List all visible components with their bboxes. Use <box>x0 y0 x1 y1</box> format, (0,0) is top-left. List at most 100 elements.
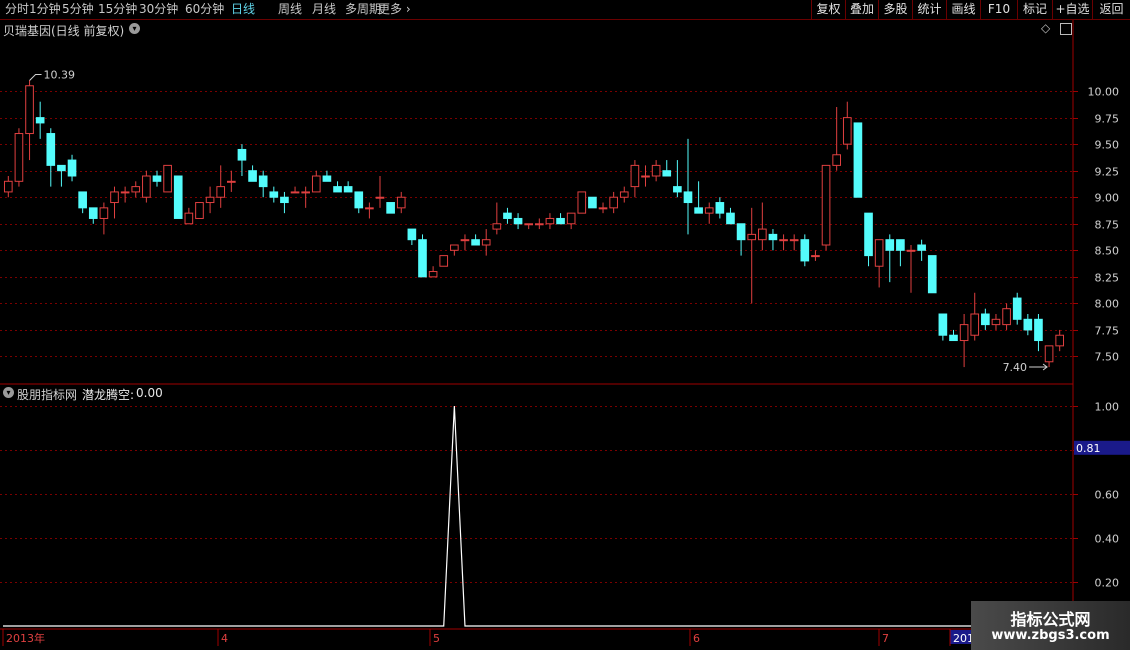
candle-body-up <box>216 186 226 198</box>
stock-chart[interactable]: 10.00 9.75 9.50 9.25 9.00 8.75 8.50 8.25 8.00 7.7… <box>0 0 1130 650</box>
indicator-value-label: 0.81 <box>1076 442 1101 455</box>
candle-body-up <box>789 239 799 242</box>
main-tick-label: 7.75 <box>1095 325 1120 338</box>
main-tick-label: 8.25 <box>1095 272 1120 285</box>
candle-body-up <box>747 233 757 241</box>
candle-body-down <box>269 191 279 198</box>
candle-body-down <box>354 191 364 209</box>
candle-body-down <box>503 212 512 219</box>
candle-body-up <box>630 164 640 188</box>
candle-body-up <box>832 154 841 166</box>
candle-body-up <box>439 255 449 267</box>
watermark: 指标公式网 www.zbgs3.com <box>971 601 1130 650</box>
max-price-pointer <box>29 73 42 81</box>
candle-body-up <box>991 318 1001 326</box>
indicator-tick-label: 0.60 <box>1095 489 1120 502</box>
candle-body-up <box>524 223 534 226</box>
candle-body-down <box>471 239 480 246</box>
candle-body-up <box>450 244 459 251</box>
main-tick-label: 10.00 <box>1088 86 1120 99</box>
candle-body-down <box>736 223 746 241</box>
candle-body-down <box>896 239 905 251</box>
x-axis-label: 7 <box>882 632 889 645</box>
candle-body-down <box>726 212 735 225</box>
candle-body-down <box>927 255 937 294</box>
candle-body-down <box>173 175 183 219</box>
candle-body-down <box>386 202 395 214</box>
candle-body-up <box>779 239 788 242</box>
main-tick-label: 8.75 <box>1095 219 1120 232</box>
candle-body-up <box>25 85 34 135</box>
candle-body-down <box>768 233 778 241</box>
candle-body-up <box>396 196 406 209</box>
candle-body-down <box>1034 318 1043 342</box>
candle-body-up <box>641 175 650 178</box>
candle-body-down <box>949 334 958 342</box>
candle-body-down <box>237 148 247 161</box>
indicator-tick-label: 0.40 <box>1095 533 1120 546</box>
candle-body-up <box>566 212 576 225</box>
candle-body-up <box>1044 345 1054 363</box>
candle-body-up <box>311 175 321 193</box>
candle-body-up <box>758 228 767 241</box>
candlestick-series <box>3 80 1065 368</box>
candle-body-up <box>811 255 820 258</box>
candle-body-up <box>205 196 215 204</box>
candle-body-up <box>821 164 831 246</box>
main-tick-label: 9.75 <box>1095 113 1120 126</box>
candle-body-down <box>588 196 597 209</box>
candle-body-down <box>1023 318 1033 331</box>
annotations: 10.39 7.40 <box>29 68 1048 374</box>
candle-body-up <box>163 164 172 193</box>
main-tick-label: 7.50 <box>1095 351 1120 364</box>
candle-body-up <box>874 239 884 267</box>
candle-body-up <box>481 239 491 246</box>
candle-body-down <box>343 186 353 193</box>
candle-body-down <box>885 239 895 251</box>
candle-body-down <box>938 313 948 336</box>
main-tick-label: 9.50 <box>1095 139 1120 152</box>
indicator-tick-label: 0.20 <box>1095 577 1120 590</box>
candle-body-up <box>545 217 555 225</box>
candle-body-down <box>57 164 66 172</box>
candle-body-down <box>67 159 77 177</box>
candle-body-down <box>152 175 162 182</box>
candle-body-down <box>917 244 926 251</box>
candle-body-down <box>853 122 863 198</box>
candle-body-down <box>258 175 268 188</box>
candle-body-up <box>970 313 980 336</box>
min-price-pointer <box>1029 363 1048 371</box>
candle-body-down <box>78 191 87 209</box>
candle-body-down <box>333 186 342 193</box>
indicator-tick-label: 1.00 <box>1095 401 1120 414</box>
candle-body-down <box>88 207 98 219</box>
grid-lines <box>0 91 1073 583</box>
main-tick-label: 8.00 <box>1095 298 1120 311</box>
candle-body-up <box>428 271 438 278</box>
x-axis-label: 5 <box>433 632 440 645</box>
candle-body-up <box>1055 334 1065 347</box>
watermark-url: www.zbgs3.com <box>991 628 1110 643</box>
candle-body-up <box>534 223 544 226</box>
candle-body-up <box>290 191 300 194</box>
main-tick-label: 9.25 <box>1095 166 1120 179</box>
min-price-label: 7.40 <box>1003 361 1028 374</box>
candle-body-up <box>110 191 119 204</box>
candle-body-up <box>959 324 969 342</box>
candle-body-up <box>142 175 151 198</box>
max-price-label: 10.39 <box>44 68 76 81</box>
candle-body-up <box>609 196 618 209</box>
candle-body-up <box>227 180 236 183</box>
candle-body-up <box>131 186 141 193</box>
candle-body-down <box>864 212 873 257</box>
candle-body-down <box>35 117 45 124</box>
candle-body-up <box>14 133 24 182</box>
candle-body-down <box>280 196 289 204</box>
candle-body-down <box>46 133 56 166</box>
candle-body-down <box>322 175 332 182</box>
candle-body-down <box>418 239 427 278</box>
candle-body-down <box>673 186 682 193</box>
candle-body-up <box>301 191 310 194</box>
indicator-series <box>3 405 1073 627</box>
candle-body-down <box>981 313 990 326</box>
